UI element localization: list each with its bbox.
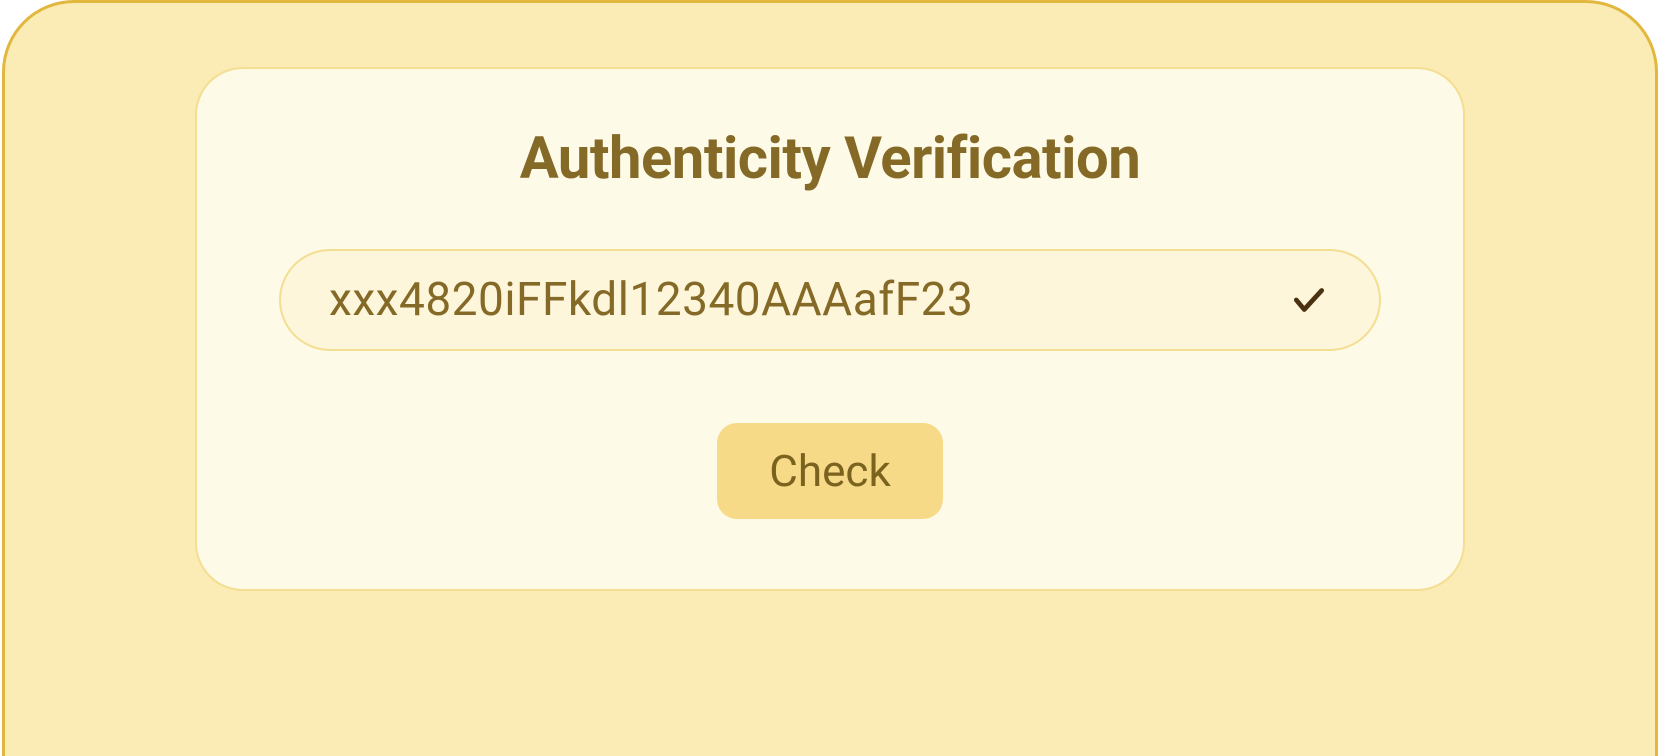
code-input[interactable] (329, 273, 1263, 327)
card-title: Authenticity Verification (520, 125, 1141, 193)
check-icon (1287, 278, 1331, 322)
code-input-row (279, 249, 1381, 351)
check-button[interactable]: Check (717, 423, 943, 519)
verification-card: Authenticity Verification Check (195, 67, 1465, 591)
outer-card: Authenticity Verification Check (2, 0, 1658, 756)
